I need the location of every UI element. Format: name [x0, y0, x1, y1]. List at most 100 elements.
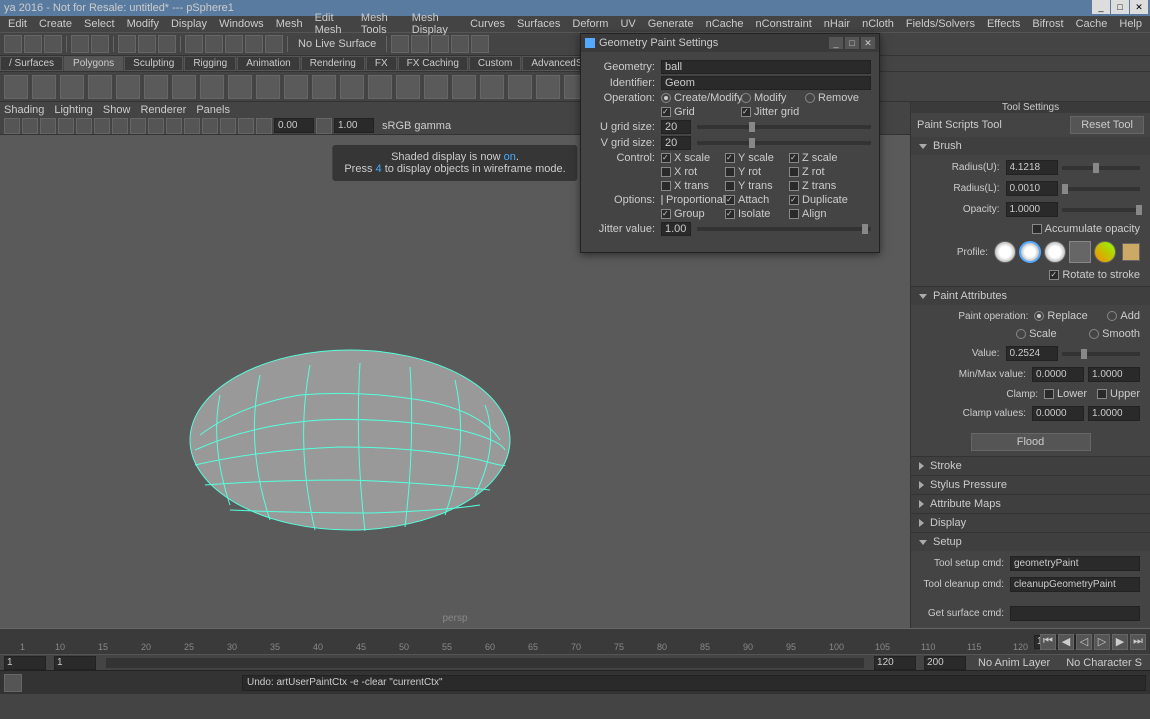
menu-create[interactable]: Create — [33, 18, 78, 30]
playback-end-input[interactable] — [874, 656, 916, 670]
add-radio[interactable] — [1107, 311, 1117, 321]
vp-gamma-icon[interactable] — [316, 118, 332, 134]
goto-start-icon[interactable]: ⏮ — [1040, 634, 1056, 650]
replace-radio[interactable] — [1034, 311, 1044, 321]
menu-generate[interactable]: Generate — [642, 18, 700, 30]
profile-browse-icon[interactable] — [1122, 243, 1140, 261]
section-stylus[interactable]: Stylus Pressure — [911, 476, 1150, 494]
new-icon[interactable] — [4, 35, 22, 53]
dialog-titlebar[interactable]: Geometry Paint Settings _ □ ✕ — [581, 34, 879, 52]
shelf-tab-surfaces[interactable]: / Surfaces — [0, 56, 63, 71]
scale-radio[interactable] — [1016, 329, 1026, 339]
close-button[interactable]: ✕ — [1130, 0, 1148, 14]
shelf-plane-icon[interactable] — [116, 75, 140, 99]
shelf-extrude-icon[interactable] — [480, 75, 504, 99]
playback-start-input[interactable] — [4, 656, 46, 670]
menu-fields[interactable]: Fields/Solvers — [900, 18, 981, 30]
shelf-tab-animation[interactable]: Animation — [237, 56, 299, 71]
dialog-close-button[interactable]: ✕ — [861, 37, 875, 49]
reset-tool-button[interactable]: Reset Tool — [1070, 116, 1144, 134]
modify-radio[interactable] — [741, 93, 751, 103]
menu-modify[interactable]: Modify — [121, 18, 165, 30]
vp-shading[interactable]: Shading — [4, 104, 44, 116]
menu-effects[interactable]: Effects — [981, 18, 1026, 30]
shelf-gear-icon[interactable] — [284, 75, 308, 99]
vp-aa-icon[interactable] — [220, 118, 236, 134]
vp-film-icon[interactable] — [58, 118, 74, 134]
menu-curves[interactable]: Curves — [464, 18, 511, 30]
accumulate-checkbox[interactable] — [1032, 224, 1042, 234]
value-slider[interactable] — [1062, 352, 1141, 356]
shelf-bevel-icon[interactable] — [536, 75, 560, 99]
vp-grid-icon[interactable] — [40, 118, 56, 134]
shelf-soccer-icon[interactable] — [312, 75, 336, 99]
profile-custom[interactable] — [1094, 241, 1116, 263]
save-icon[interactable] — [44, 35, 62, 53]
smooth-radio[interactable] — [1089, 329, 1099, 339]
live-surface[interactable]: No Live Surface — [292, 38, 382, 50]
shelf-pyramid-icon[interactable] — [200, 75, 224, 99]
menu-deform[interactable]: Deform — [566, 18, 614, 30]
menu-uv[interactable]: UV — [614, 18, 641, 30]
menu-surfaces[interactable]: Surfaces — [511, 18, 566, 30]
lasso-icon[interactable] — [138, 35, 156, 53]
getsurf-input[interactable] — [1010, 606, 1140, 621]
vp-safe-icon[interactable] — [76, 118, 92, 134]
menu-bifrost[interactable]: Bifrost — [1026, 18, 1069, 30]
shelf-tab-fx[interactable]: FX — [366, 56, 397, 71]
menu-nhair[interactable]: nHair — [818, 18, 856, 30]
profile-solid[interactable] — [1044, 241, 1066, 263]
mel-icon[interactable] — [4, 674, 22, 692]
group-checkbox[interactable] — [661, 209, 671, 219]
undo-icon[interactable] — [71, 35, 89, 53]
min-input[interactable] — [1032, 367, 1084, 382]
profile-gaussian-2[interactable] — [1019, 241, 1041, 263]
goto-end-icon[interactable]: ⏭ — [1130, 634, 1146, 650]
ztrans-checkbox[interactable] — [789, 181, 799, 191]
grid-checkbox[interactable] — [661, 107, 671, 117]
remove-radio[interactable] — [805, 93, 815, 103]
shelf-tab-rendering[interactable]: Rendering — [301, 56, 365, 71]
menu-select[interactable]: Select — [78, 18, 121, 30]
shelf-torus-icon[interactable] — [144, 75, 168, 99]
identifier-input[interactable] — [661, 76, 871, 90]
shelf-sphere-icon[interactable] — [4, 75, 28, 99]
shelf-type-icon[interactable] — [368, 75, 392, 99]
snap-curve-icon[interactable] — [205, 35, 223, 53]
menu-editmesh[interactable]: Edit Mesh — [309, 12, 355, 36]
snap-grid-icon[interactable] — [185, 35, 203, 53]
shelf-tab-custom[interactable]: Custom — [469, 56, 521, 71]
vp-isolate-icon[interactable] — [238, 118, 254, 134]
radius-u-input[interactable] — [1006, 160, 1058, 175]
snap-plane-icon[interactable] — [245, 35, 263, 53]
exposure-input[interactable] — [274, 118, 314, 133]
profile-gaussian-1[interactable] — [994, 241, 1016, 263]
align-checkbox[interactable] — [789, 209, 799, 219]
shelf-tab-fxcaching[interactable]: FX Caching — [398, 56, 468, 71]
xrot-checkbox[interactable] — [661, 167, 671, 177]
section-brush[interactable]: Brush — [911, 137, 1150, 155]
snap-surface-icon[interactable] — [265, 35, 283, 53]
proportional-checkbox[interactable] — [661, 195, 663, 205]
vp-light-icon[interactable] — [148, 118, 164, 134]
open-icon[interactable] — [24, 35, 42, 53]
colorspace-dropdown[interactable]: sRGB gamma — [376, 120, 457, 132]
shelf-pipe-icon[interactable] — [228, 75, 252, 99]
shelf-separate-icon[interactable] — [424, 75, 448, 99]
shelf-prism-icon[interactable] — [172, 75, 196, 99]
play-back-icon[interactable]: ◁ — [1076, 634, 1092, 650]
max-input[interactable] — [1088, 367, 1140, 382]
attach-checkbox[interactable] — [725, 195, 735, 205]
xtrans-checkbox[interactable] — [661, 181, 671, 191]
step-back-icon[interactable]: ◀ — [1058, 634, 1074, 650]
menu-mesh[interactable]: Mesh — [270, 18, 309, 30]
shelf-tab-sculpting[interactable]: Sculpting — [124, 56, 183, 71]
shelf-smooth-icon[interactable] — [452, 75, 476, 99]
shelf-tab-rigging[interactable]: Rigging — [184, 56, 236, 71]
geometry-input[interactable] — [661, 60, 871, 74]
maximize-button[interactable]: □ — [1111, 0, 1129, 14]
jitterval-input[interactable] — [661, 222, 691, 236]
ugrid-slider[interactable] — [697, 125, 871, 129]
upper-checkbox[interactable] — [1097, 389, 1107, 399]
vp-xray-icon[interactable] — [256, 118, 272, 134]
